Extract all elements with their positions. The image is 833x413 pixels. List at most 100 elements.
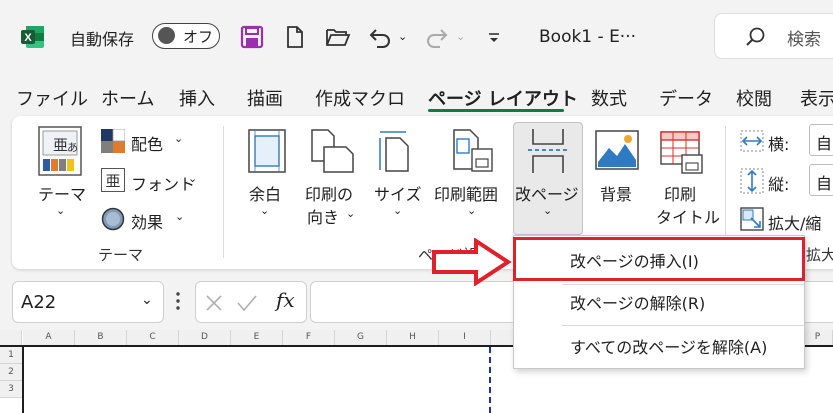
svg-text:亜: 亜 bbox=[105, 172, 120, 190]
toggle-knob bbox=[158, 27, 175, 44]
search-icon bbox=[745, 26, 767, 48]
redo-icon[interactable] bbox=[424, 25, 450, 49]
tab-home[interactable]: ホーム bbox=[101, 85, 154, 111]
enter-icon[interactable] bbox=[236, 293, 258, 313]
size-chevron-icon[interactable]: ⌄ bbox=[393, 204, 402, 217]
column-header[interactable]: E bbox=[231, 330, 283, 345]
effects-button[interactable]: 効果 bbox=[131, 209, 163, 233]
group-divider bbox=[223, 126, 224, 258]
fonts-icon[interactable]: 亜 bbox=[101, 168, 125, 192]
column-header[interactable]: P bbox=[803, 330, 833, 345]
row-header[interactable]: 3 bbox=[0, 381, 22, 398]
scale-group-label: 拡大縮 bbox=[806, 246, 833, 264]
breaks-button[interactable]: 改ページ bbox=[515, 181, 579, 205]
document-title: Book1 - E··· bbox=[539, 27, 637, 47]
page-break-icon[interactable] bbox=[527, 128, 569, 174]
column-header[interactable]: I bbox=[439, 330, 491, 345]
column-header[interactable]: B bbox=[75, 330, 127, 345]
column-header[interactable]: C bbox=[127, 330, 179, 345]
breaks-chevron-icon[interactable]: ⌄ bbox=[543, 204, 552, 217]
name-box-chevron-icon[interactable]: ⌄ bbox=[141, 292, 153, 308]
search-box[interactable]: 検索 bbox=[714, 13, 833, 59]
width-icon bbox=[740, 130, 764, 152]
theme-group-label: テーマ bbox=[98, 246, 144, 264]
height-label: 縦: bbox=[768, 175, 790, 194]
height-value: 自 bbox=[816, 174, 833, 193]
width-label: 横: bbox=[768, 135, 790, 154]
orientation-label-1[interactable]: 印刷の bbox=[305, 181, 353, 205]
themes-button[interactable]: テーマ bbox=[38, 181, 86, 205]
tab-view[interactable]: 表示 bbox=[800, 85, 833, 111]
tab-draw[interactable]: 描画 bbox=[247, 85, 283, 111]
name-box[interactable]: A22 ⌄ bbox=[12, 281, 164, 323]
excel-icon: X bbox=[20, 24, 46, 50]
size-icon[interactable] bbox=[376, 129, 412, 173]
autosave-toggle[interactable]: オフ bbox=[152, 23, 220, 49]
fonts-button[interactable]: フォント bbox=[131, 171, 195, 195]
effects-chevron-icon[interactable]: ⌄ bbox=[175, 210, 184, 223]
row-header[interactable]: 2 bbox=[0, 364, 22, 381]
menu-divider bbox=[562, 325, 804, 326]
effects-icon[interactable] bbox=[101, 207, 125, 231]
menu-item-remove-page-break[interactable]: 改ページの解除(R) bbox=[514, 284, 804, 324]
width-select[interactable]: 自 bbox=[809, 124, 833, 156]
print-area-button[interactable]: 印刷範囲 bbox=[434, 181, 498, 205]
tab-data[interactable]: データ bbox=[659, 85, 713, 111]
redo-chevron-icon[interactable]: ⌄ bbox=[456, 30, 465, 43]
print-area-chevron-icon[interactable]: ⌄ bbox=[467, 204, 476, 217]
tab-file[interactable]: ファイル bbox=[16, 85, 88, 111]
margins-icon[interactable] bbox=[248, 129, 286, 173]
orientation-icon[interactable] bbox=[310, 129, 356, 173]
background-icon[interactable] bbox=[595, 130, 639, 170]
print-titles-label-2[interactable]: タイトル bbox=[656, 204, 720, 228]
margins-button[interactable]: 余白 bbox=[249, 181, 281, 205]
svg-text:X: X bbox=[24, 32, 32, 44]
insert-function-button[interactable]: fx bbox=[276, 288, 295, 312]
colors-icon[interactable] bbox=[101, 128, 126, 153]
highlight-box bbox=[513, 237, 805, 281]
colors-button[interactable]: 配色 bbox=[131, 131, 163, 155]
tab-insert[interactable]: 挿入 bbox=[179, 85, 215, 111]
row-header[interactable]: 1 bbox=[0, 347, 22, 364]
column-header[interactable]: A bbox=[23, 330, 75, 345]
width-value: 自 bbox=[816, 134, 833, 153]
open-folder-icon[interactable] bbox=[325, 26, 351, 48]
fonts-chevron-icon[interactable]: ⌄ bbox=[188, 172, 197, 185]
tab-formulas[interactable]: 数式 bbox=[591, 85, 627, 111]
height-select[interactable]: 自 bbox=[809, 164, 833, 196]
themes-chevron-icon[interactable]: ⌄ bbox=[56, 204, 65, 217]
save-icon[interactable] bbox=[240, 25, 264, 49]
tab-review[interactable]: 校閲 bbox=[736, 85, 772, 111]
menu-item-reset-all-page-breaks[interactable]: すべての改ページを解除(A) bbox=[514, 328, 804, 368]
undo-chevron-icon[interactable]: ⌄ bbox=[398, 30, 407, 43]
themes-icon[interactable]: 亜 あ bbox=[37, 126, 83, 176]
new-file-icon[interactable] bbox=[284, 25, 306, 49]
formula-actions: fx bbox=[195, 281, 307, 323]
column-header[interactable]: G bbox=[335, 330, 387, 345]
background-button[interactable]: 背景 bbox=[600, 181, 632, 205]
more-options-icon[interactable] bbox=[176, 291, 180, 311]
orientation-chevron-icon[interactable]: ⌄ bbox=[346, 207, 355, 220]
column-header[interactable]: F bbox=[283, 330, 335, 345]
select-all-corner[interactable] bbox=[0, 330, 22, 345]
scale-label[interactable]: 拡大/縮 bbox=[768, 210, 821, 234]
column-header[interactable]: H bbox=[387, 330, 439, 345]
orientation-label-2[interactable]: 向き bbox=[307, 204, 339, 228]
print-titles-icon[interactable] bbox=[660, 131, 704, 175]
column-header[interactable]: D bbox=[179, 330, 231, 345]
page-break-line bbox=[489, 347, 491, 413]
print-area-icon[interactable] bbox=[450, 129, 494, 175]
scale-icon bbox=[740, 207, 764, 231]
tab-page-layout[interactable]: ページ レイアウト bbox=[428, 85, 578, 111]
size-button[interactable]: サイズ bbox=[374, 181, 422, 205]
tab-macro[interactable]: 作成マクロ bbox=[315, 85, 405, 111]
print-titles-label-1[interactable]: 印刷 bbox=[664, 181, 696, 205]
svg-text:あ: あ bbox=[67, 141, 78, 154]
colors-chevron-icon[interactable]: ⌄ bbox=[174, 132, 183, 145]
search-placeholder: 検索 bbox=[787, 30, 821, 50]
customize-qat-icon[interactable] bbox=[487, 30, 501, 44]
cancel-icon[interactable] bbox=[204, 293, 224, 313]
active-tab-underline bbox=[428, 109, 564, 112]
margins-chevron-icon[interactable]: ⌄ bbox=[260, 204, 269, 217]
undo-icon[interactable] bbox=[367, 25, 393, 49]
